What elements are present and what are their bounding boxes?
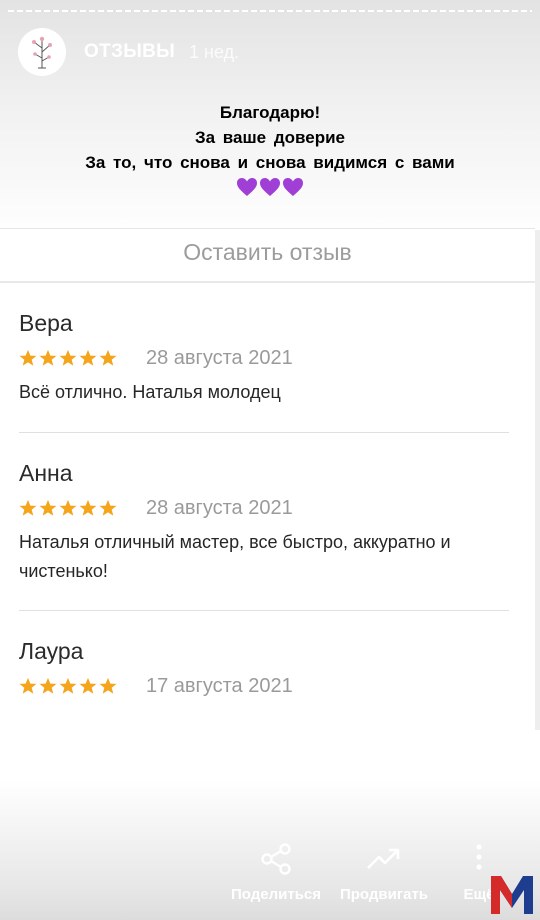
review-meta: 17 августа 2021 (19, 673, 509, 699)
story-header: ОТЗЫВЫ 1 нед. (18, 28, 239, 76)
caption-line: За то, что снова и снова видимся с вами (85, 153, 455, 172)
story-caption: Благодарю! За ваше доверие За то, что сн… (0, 100, 540, 197)
trending-up-icon (367, 848, 400, 869)
star-icon (19, 349, 37, 366)
review-meta: 28 августа 2021 (19, 345, 509, 371)
review-date: 28 августа 2021 (146, 496, 293, 519)
star-icon (19, 677, 37, 694)
star-icon (79, 677, 97, 694)
review-item: Вера 28 августа 2021 Всё отлично. Наталь… (19, 307, 509, 407)
share-button[interactable]: Поделиться (226, 842, 326, 903)
star-icon (99, 677, 117, 694)
review-date: 28 августа 2021 (146, 346, 293, 369)
story-timestamp: 1 нед. (189, 41, 240, 62)
leave-review-button[interactable]: Оставить отзыв (0, 229, 535, 283)
caption-line: Благодарю! (219, 103, 321, 122)
promote-button[interactable]: Продвигать (334, 842, 434, 903)
review-item: Лаура 17 августа 2021 (19, 635, 509, 699)
star-icon (99, 349, 117, 366)
rating-stars (19, 677, 117, 695)
share-icon (261, 843, 291, 875)
star-icon (59, 349, 77, 366)
more-vertical-icon (476, 844, 482, 870)
star-icon (59, 499, 77, 516)
review-item: Анна 28 августа 2021 Наталья отличный ма… (19, 457, 509, 586)
m-logo-icon (491, 876, 533, 914)
purple-heart-icon (260, 178, 280, 196)
card-scrollbar (535, 230, 540, 730)
rating-stars (19, 349, 117, 367)
reviewer-name: Вера (19, 310, 73, 336)
star-icon (39, 349, 57, 366)
review-date: 17 августа 2021 (146, 674, 293, 697)
review-text: Наталья отличный мастер, все быстро, акк… (19, 532, 451, 581)
flower-logo-icon (32, 36, 52, 69)
star-icon (59, 677, 77, 694)
divider (19, 610, 509, 611)
purple-heart-icon (283, 178, 303, 196)
divider (19, 432, 509, 433)
review-meta: 28 августа 2021 (19, 495, 509, 521)
story-title[interactable]: ОТЗЫВЫ (84, 41, 175, 63)
star-icon (39, 677, 57, 694)
star-icon (79, 499, 97, 516)
star-icon (79, 349, 97, 366)
story-progress-bar (8, 10, 532, 12)
reviewer-name: Лаура (19, 638, 84, 664)
star-icon (19, 499, 37, 516)
star-icon (39, 499, 57, 516)
share-label: Поделиться (230, 886, 322, 903)
promote-label: Продвигать (339, 886, 429, 903)
star-icon (99, 499, 117, 516)
caption-line: За ваше доверие (194, 128, 345, 147)
hearts-row (0, 177, 540, 197)
reviewer-name: Анна (19, 460, 73, 486)
purple-heart-icon (237, 178, 257, 196)
rating-stars (19, 499, 117, 517)
avatar[interactable] (18, 28, 66, 76)
reviews-card: Оставить отзыв Вера 28 августа 2021 Всё … (0, 228, 535, 789)
review-text: Всё отлично. Наталья молодец (19, 382, 281, 402)
